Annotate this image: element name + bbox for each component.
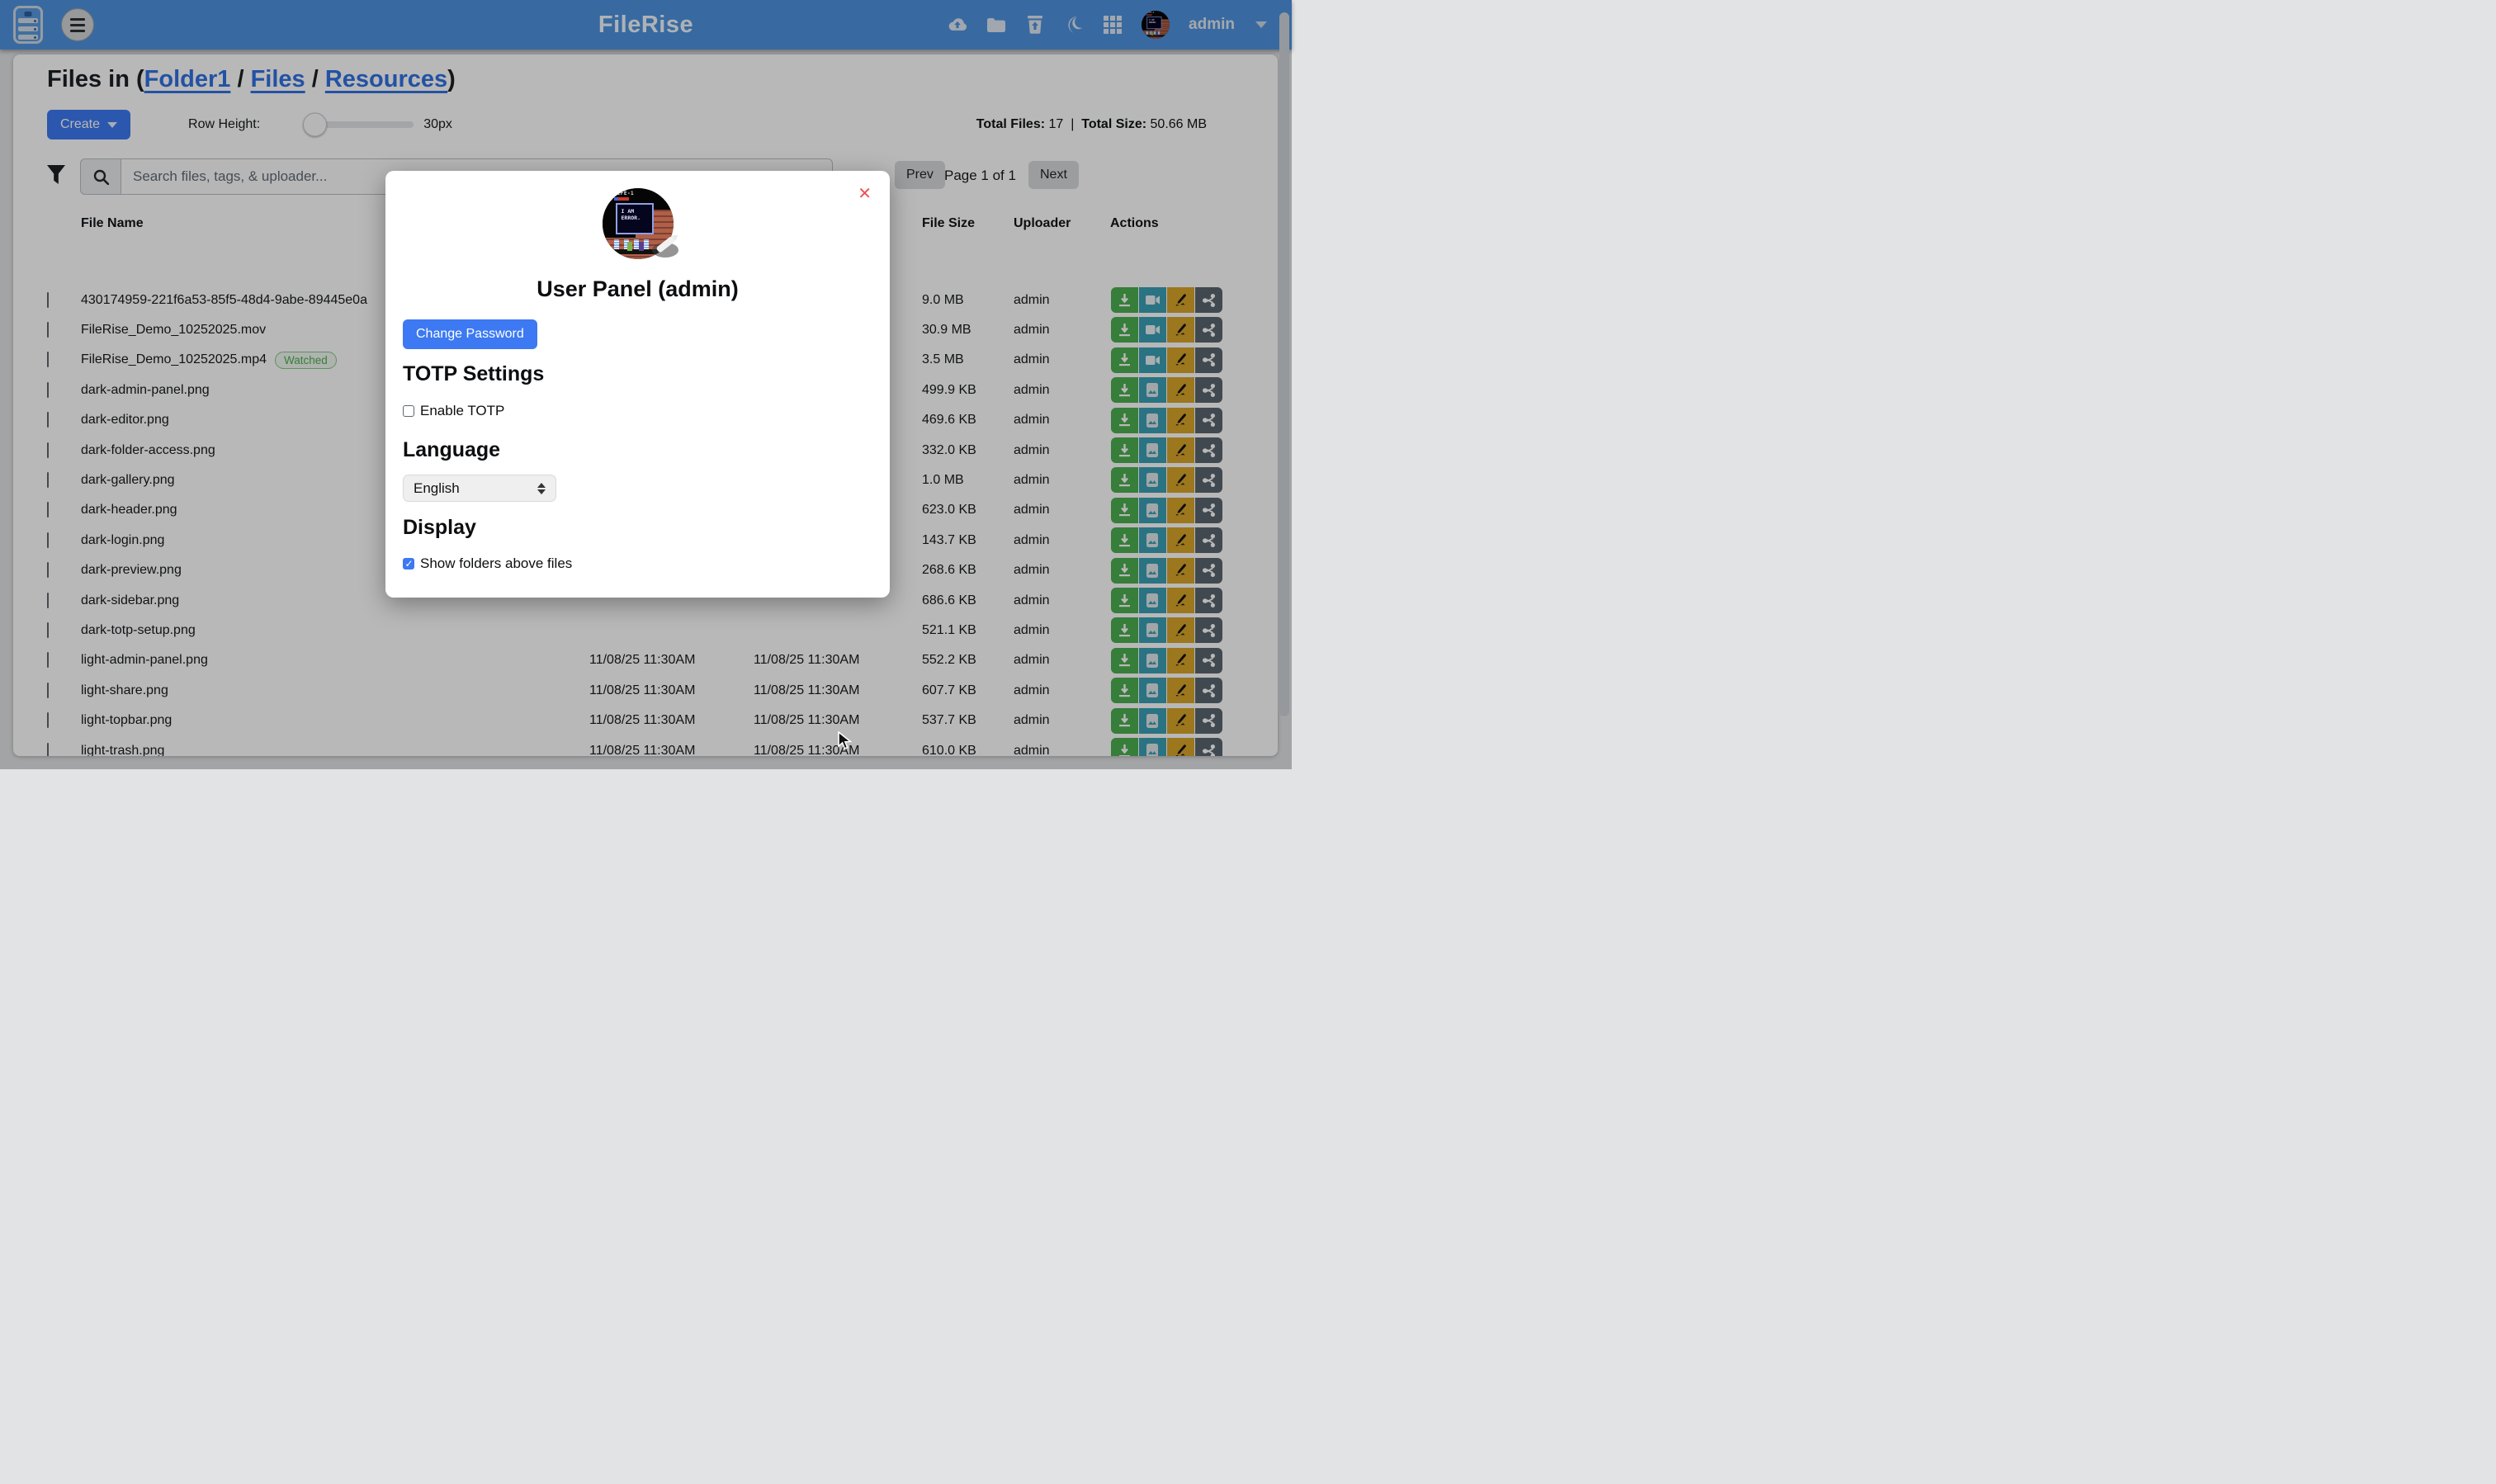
close-icon[interactable]: ✕ (858, 186, 872, 202)
modal-title: User Panel (admin) (385, 276, 890, 302)
scrollbar-thumb[interactable] (1279, 12, 1289, 716)
totp-settings-heading: TOTP Settings (403, 362, 544, 386)
change-password-button[interactable]: Change Password (403, 319, 537, 349)
show-folders-checkbox[interactable]: ✓ (403, 558, 414, 569)
language-select[interactable]: English (403, 475, 556, 502)
edit-avatar-pencil-icon[interactable] (650, 230, 683, 262)
select-updown-icon (537, 483, 546, 494)
language-heading: Language (403, 438, 500, 462)
enable-totp-row: Enable TOTP (403, 403, 504, 419)
enable-totp-checkbox[interactable] (403, 405, 414, 417)
show-folders-row: ✓ Show folders above files (403, 555, 572, 572)
language-selected-value: English (414, 480, 460, 497)
enable-totp-label: Enable TOTP (420, 403, 504, 419)
user-panel-modal: ✕ LIFE-1 I AMERROR. User Panel (admin) C… (385, 171, 890, 598)
mouse-cursor (838, 731, 854, 755)
show-folders-label: Show folders above files (420, 555, 572, 572)
display-heading: Display (403, 516, 476, 540)
